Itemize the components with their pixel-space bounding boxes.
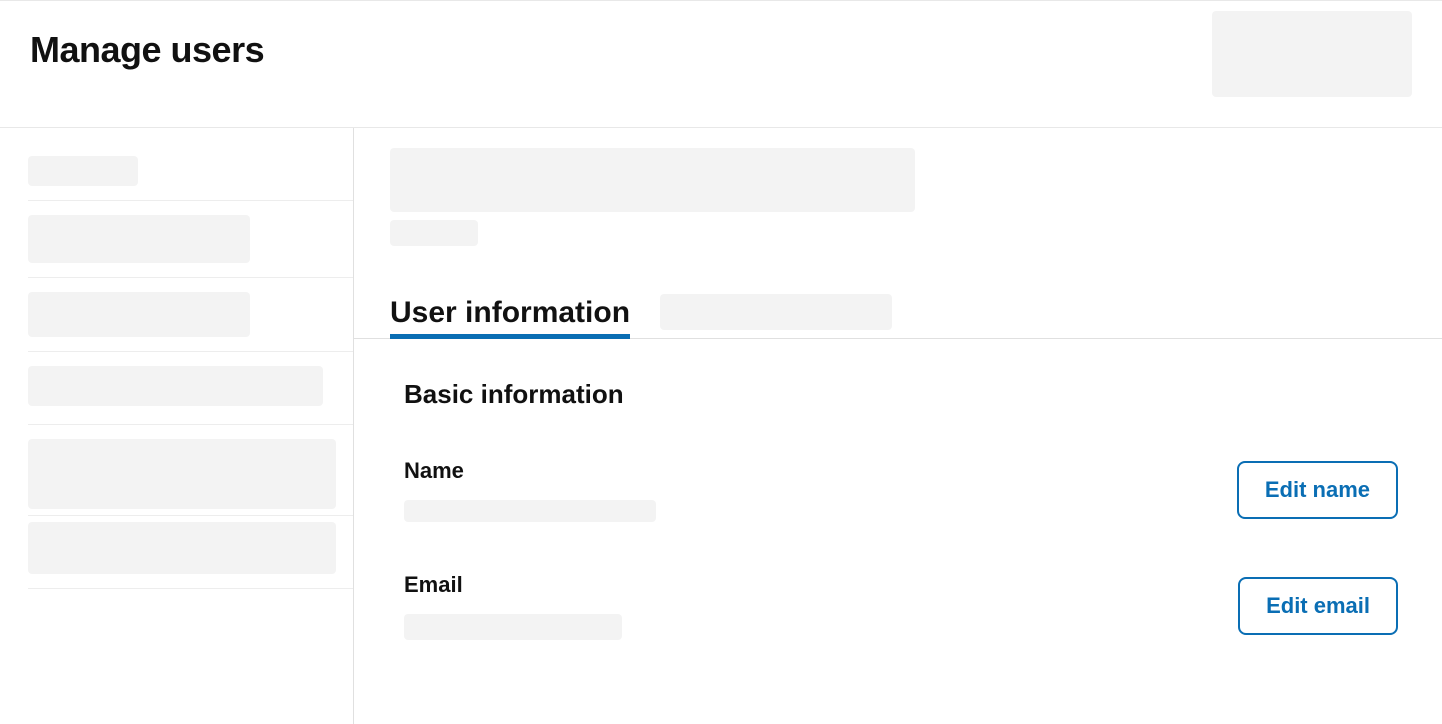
user-title-placeholder xyxy=(390,148,915,212)
field-info: Name xyxy=(404,458,656,522)
field-info: Email xyxy=(404,572,622,640)
field-label-email: Email xyxy=(404,572,622,598)
edit-name-button[interactable]: Edit name xyxy=(1237,461,1398,519)
sidebar-section xyxy=(28,292,353,352)
tab-user-information[interactable]: User information xyxy=(390,296,630,338)
sidebar xyxy=(0,128,354,724)
sidebar-item-placeholder xyxy=(28,366,323,406)
field-value-name-placeholder xyxy=(404,500,656,522)
page-title: Manage users xyxy=(30,29,264,71)
sidebar-item-placeholder xyxy=(28,292,250,337)
sidebar-item-placeholder xyxy=(28,215,250,263)
tabs: User information xyxy=(354,294,1442,339)
section-heading-basic-information: Basic information xyxy=(404,379,1398,410)
header-action-placeholder xyxy=(1212,11,1412,97)
edit-email-button[interactable]: Edit email xyxy=(1238,577,1398,635)
sidebar-section xyxy=(28,439,353,516)
sidebar-section xyxy=(28,215,353,278)
sidebar-item-placeholder xyxy=(28,439,336,509)
sidebar-item-placeholder xyxy=(28,156,138,186)
field-label-name: Name xyxy=(404,458,656,484)
sidebar-section xyxy=(28,522,353,589)
sidebar-section xyxy=(28,156,353,201)
main-content: User information Basic information Name … xyxy=(354,128,1442,724)
field-row-name: Name Edit name xyxy=(404,458,1398,522)
sidebar-item-placeholder xyxy=(28,522,336,574)
field-row-email: Email Edit email xyxy=(404,572,1398,640)
content-wrapper: User information Basic information Name … xyxy=(0,128,1442,724)
field-value-email-placeholder xyxy=(404,614,622,640)
page-header: Manage users xyxy=(0,0,1442,128)
tab-placeholder xyxy=(660,294,892,330)
sidebar-section xyxy=(28,366,353,425)
user-subtitle-placeholder xyxy=(390,220,478,246)
user-information-panel: Basic information Name Edit name Email E… xyxy=(390,339,1412,640)
